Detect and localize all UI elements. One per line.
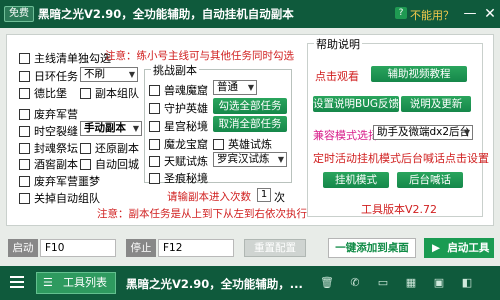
- note-top: 注意：练小号主线可与其他任务同时勾选: [105, 50, 294, 62]
- update-notes-button[interactable]: 说明及更新: [401, 96, 471, 112]
- trash-icon[interactable]: 🗑: [318, 274, 336, 292]
- enter-count-label: 请输副本进入次数: [167, 191, 251, 203]
- close-team-checkbox[interactable]: 关掉自动组队: [19, 190, 100, 206]
- help-title: 帮助说明: [314, 36, 362, 52]
- minimize-icon[interactable]: —: [462, 6, 478, 22]
- beast-checkbox[interactable]: 兽魂魔窟: [149, 82, 208, 98]
- spacetime-select[interactable]: 手动副本 ▼: [80, 121, 142, 136]
- main-task-checkbox[interactable]: 主线清单独勾选: [19, 50, 111, 66]
- folder-icon[interactable]: ▭: [374, 274, 392, 292]
- checkbox-box[interactable]: [19, 52, 30, 64]
- compat-label: 兼容模式选择: [313, 129, 379, 142]
- beast-select[interactable]: 普通 ▼: [213, 80, 257, 95]
- version-label: 工具版本V2.72: [361, 203, 438, 216]
- phone-icon[interactable]: ✆: [346, 274, 364, 292]
- stop-key-label: 停止: [126, 239, 156, 257]
- guard-checkbox[interactable]: 守护英雄: [149, 100, 208, 116]
- bag-icon[interactable]: ◧: [458, 274, 476, 292]
- holy-checkbox[interactable]: 圣痕秘境: [149, 170, 208, 186]
- chart-icon[interactable]: ▦: [402, 274, 420, 292]
- deselect-all-button[interactable]: 取消全部任务: [213, 116, 287, 132]
- question-icon[interactable]: ?: [395, 7, 407, 19]
- seal-checkbox[interactable]: 封魂祭坛: [19, 140, 78, 156]
- select-all-button[interactable]: 勾选全部任务: [213, 98, 287, 114]
- compat-select[interactable]: 助手及微端dx2后台 ▼: [373, 125, 473, 140]
- window-icon[interactable]: ▣: [430, 274, 448, 292]
- star-checkbox[interactable]: 星宫秘境: [149, 118, 208, 134]
- reset-config-button[interactable]: 重置配置: [244, 239, 306, 257]
- chevron-down-icon: ▼: [247, 83, 254, 92]
- add-to-desktop-button[interactable]: 一键添加到桌面: [328, 238, 416, 258]
- challenge-title: 挑战副本: [151, 62, 199, 78]
- taskbar: ☰ 工具列表 黑暗之光V2.90，全功能辅助，... 🗑 ✆ ▭ ▦ ▣ ◧: [0, 266, 500, 300]
- afk-mode-button[interactable]: 挂机模式: [323, 172, 389, 188]
- free-badge: 免费: [4, 6, 34, 22]
- video-tutorial-button[interactable]: 辅助视频教程: [371, 66, 467, 82]
- enter-unit: 次: [274, 191, 285, 204]
- enter-count-input[interactable]: 1: [257, 188, 271, 202]
- daily-select[interactable]: 不刷 ▼: [80, 67, 138, 82]
- hotkey-bar: 启动 F10 停止 F12 重置配置 一键添加到桌面 ▶ 启动工具: [0, 232, 500, 262]
- tavern-checkbox[interactable]: 酒窖副本: [19, 156, 78, 172]
- stop-key-input[interactable]: F12: [158, 239, 234, 257]
- daily-checkbox[interactable]: 日环任务: [19, 68, 78, 84]
- abandon-army2-checkbox[interactable]: 废弃军营噩梦: [19, 173, 100, 189]
- chevron-down-icon: ▼: [132, 124, 139, 133]
- auto-return-checkbox[interactable]: 自动回城: [80, 156, 139, 172]
- original-checkbox[interactable]: 还原副本: [80, 140, 139, 156]
- start-key-input[interactable]: F10: [40, 239, 116, 257]
- sky-checkbox[interactable]: 天赋试炼: [149, 153, 208, 169]
- window-title: 黑暗之光V2.90，全功能辅助，自动挂机自动副本: [38, 7, 294, 21]
- start-tool-button[interactable]: ▶ 启动工具: [424, 238, 494, 258]
- abandon-army-checkbox[interactable]: 废弃军营: [19, 106, 78, 122]
- sky-select[interactable]: 罗宾汉试炼 ▼: [213, 152, 287, 167]
- menu-icon[interactable]: [10, 276, 24, 288]
- debi-checkbox[interactable]: 德比堡: [19, 85, 67, 101]
- spacetime-checkbox[interactable]: 时空裂缝: [19, 123, 78, 139]
- hero-trial-checkbox[interactable]: 英雄试炼: [213, 136, 272, 152]
- timer-note: 定时活动挂机模式后台喊话点击设置: [313, 152, 489, 165]
- shout-button[interactable]: 后台喊话: [397, 172, 463, 188]
- chevron-down-icon: ▼: [463, 128, 470, 137]
- app-window: 免费 黑暗之光V2.90，全功能辅助，自动挂机自动副本 ? 不能用？ — ✕ 主…: [0, 0, 500, 300]
- play-icon: ▶: [432, 242, 441, 254]
- taskbar-app-title[interactable]: 黑暗之光V2.90，全功能辅助，...: [126, 276, 303, 292]
- chevron-down-icon: ▼: [128, 70, 135, 79]
- tool-list-button[interactable]: ☰ 工具列表: [36, 272, 116, 294]
- main-panel: 主线清单独勾选 注意：练小号主线可与其他任务同时勾选 日环任务 不刷 ▼ 德比堡 …: [6, 34, 494, 226]
- title-bar: 免费 黑暗之光V2.90，全功能辅助，自动挂机自动副本 ? 不能用？ — ✕: [0, 0, 500, 28]
- close-icon[interactable]: ✕: [482, 6, 498, 22]
- dragon-checkbox[interactable]: 魔龙宝窟: [149, 136, 208, 152]
- note-bottom: 注意：副本任务是从上到下从左到右依次执行: [97, 208, 307, 220]
- watch-label: 点击观看: [315, 70, 359, 83]
- list-icon: ☰: [43, 276, 53, 289]
- sub-dungeon-checkbox[interactable]: 副本组队: [80, 85, 139, 101]
- chevron-down-icon: ▼: [277, 155, 284, 164]
- unusable-link[interactable]: 不能用？: [410, 7, 454, 23]
- bug-feedback-button[interactable]: 设置说明BUG反馈: [313, 96, 399, 112]
- start-key-label: 启动: [8, 239, 38, 257]
